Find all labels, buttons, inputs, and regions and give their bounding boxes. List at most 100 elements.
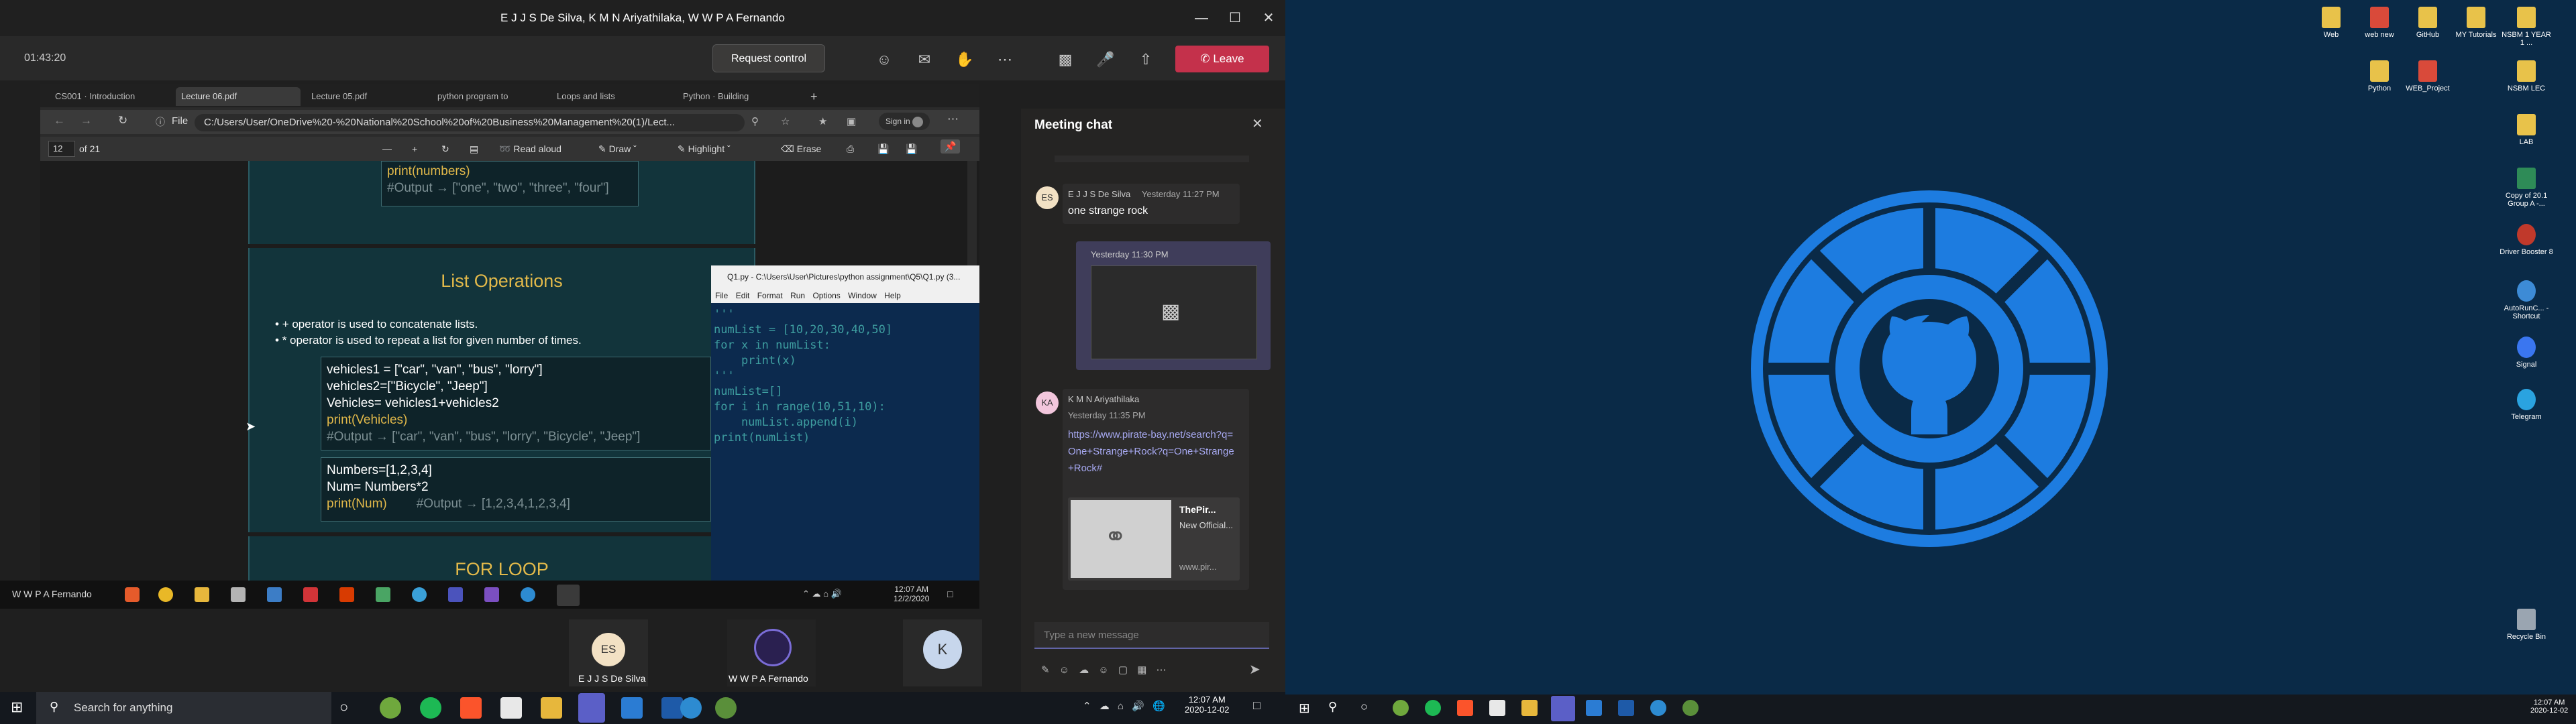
menu-run[interactable]: Run (790, 291, 805, 300)
leave-button[interactable]: ✆ Leave (1175, 46, 1269, 72)
teams-icon[interactable] (578, 693, 605, 723)
spotify-icon[interactable] (420, 697, 441, 719)
camera-off-icon[interactable]: ▩ (1053, 48, 1077, 71)
save-as-icon[interactable]: 💾 (906, 143, 917, 155)
menu-help[interactable]: Help (884, 291, 901, 300)
cortana-icon[interactable]: ○ (339, 699, 348, 716)
search-icon[interactable]: ⚲ (1328, 700, 1337, 714)
draw-button[interactable]: ✎ Draw ˇ (598, 143, 637, 155)
desktop-icon-autorun[interactable]: AutoRunC... - Shortcut (2500, 280, 2553, 320)
read-aloud-button[interactable]: ➿ Read aloud (499, 143, 561, 155)
app-icon[interactable] (1393, 700, 1409, 716)
app-icon[interactable] (1618, 700, 1634, 716)
desktop-icon-signal[interactable]: Signal (2500, 337, 2553, 369)
share-screen-icon[interactable]: ⇧ (1134, 48, 1158, 71)
firefox-icon[interactable] (125, 587, 140, 602)
desktop-icon-recycle-bin[interactable]: Recycle Bin (2500, 609, 2553, 641)
windows-start-icon[interactable]: ⊞ (1299, 700, 1310, 717)
participants-icon[interactable]: ☺ (872, 48, 896, 71)
edge-icon[interactable] (680, 697, 702, 719)
back-icon[interactable]: ← (54, 114, 65, 127)
desktop-icon-telegram[interactable]: Telegram (2500, 389, 2553, 421)
edge-icon[interactable] (1650, 700, 1666, 716)
menu-file[interactable]: File (715, 291, 728, 300)
refresh-icon[interactable]: ↻ (118, 114, 127, 127)
cortana-icon[interactable]: ○ (1360, 700, 1368, 714)
print-icon[interactable]: ⎙ (847, 143, 854, 155)
desktop-icon-web-project[interactable]: WEB_Project (2398, 60, 2458, 93)
teams-icon[interactable] (448, 587, 463, 602)
request-control-button[interactable]: Request control (712, 44, 825, 72)
rotate-icon[interactable]: ↻ (441, 143, 449, 155)
chrome-icon[interactable] (158, 587, 173, 602)
zoom-in-icon[interactable]: + (412, 143, 417, 154)
page-number-input[interactable]: 12 (48, 141, 75, 157)
desktop-icon-excel-copy[interactable]: Copy of 20.1 Group A -... (2500, 168, 2553, 208)
fit-page-icon[interactable]: ▤ (470, 143, 478, 155)
menu-format[interactable]: Format (757, 291, 783, 300)
participant-tile[interactable]: W W P A Fernando (727, 619, 816, 686)
compose-tools[interactable]: ✎ ☺ ☁ ☺ ▢ ▦ ⋯ (1041, 664, 1167, 676)
browser-tab[interactable]: CS001 · Introduction (50, 87, 170, 106)
file-explorer-icon[interactable] (541, 697, 562, 719)
participant-tile[interactable]: K (903, 619, 982, 686)
maximize-icon[interactable]: ☐ (1218, 0, 1252, 36)
browser-tab[interactable]: python program to (432, 87, 546, 106)
raise-hand-icon[interactable]: ✋ (953, 48, 977, 71)
word-icon[interactable] (1586, 700, 1602, 716)
highlight-button[interactable]: ✎ Highlight ˇ (678, 143, 731, 155)
desktop-icon-nsbm-year1[interactable]: NSBM 1 YEAR 1 ... (2500, 7, 2553, 47)
notepad-icon[interactable] (1489, 700, 1505, 716)
chat-compose-input[interactable]: Type a new message (1034, 622, 1269, 649)
save-icon[interactable]: 💾 (877, 143, 889, 155)
taskbar-search[interactable]: Search for anything (36, 692, 331, 724)
chat-icon[interactable]: ✉ (912, 48, 936, 71)
url-field[interactable]: C:/Users/User/OneDrive%20-%20National%20… (195, 114, 745, 131)
notification-icon[interactable]: □ (947, 589, 953, 599)
desktop-icon-nsbm-lec[interactable]: NSBM LEC (2500, 60, 2553, 93)
teams-icon[interactable] (1551, 696, 1575, 721)
store-icon[interactable] (231, 587, 246, 602)
image-attachment[interactable]: ▩ (1091, 265, 1257, 359)
message-link[interactable]: https://www.pirate-bay.net/search?q=One+… (1068, 426, 1236, 477)
system-tray[interactable]: ⌃ ☁ ⌂ 🔊 🌐 (1083, 700, 1165, 712)
notepad-icon[interactable] (500, 697, 522, 719)
browser-tab[interactable]: Lecture 05.pdf (306, 87, 427, 106)
app-icon[interactable] (380, 697, 401, 719)
desktop-icon-lab[interactable]: LAB (2500, 114, 2553, 146)
desktop-icon-driver-booster[interactable]: Driver Booster 8 (2500, 224, 2553, 256)
collections-icon[interactable]: ▣ (847, 115, 856, 127)
mail-icon[interactable] (267, 587, 282, 602)
pin-icon[interactable]: 📌 (941, 139, 961, 154)
taskbar-clock[interactable]: 12:07 AM 2020-12-02 (1185, 695, 1230, 715)
idle-code-editor[interactable]: ''' numList = [10,20,30,40,50] for x in … (714, 307, 977, 446)
new-tab-icon[interactable]: + (805, 87, 822, 106)
spotify-icon[interactable] (1425, 700, 1441, 716)
favorite-icon[interactable]: ☆ (781, 115, 790, 127)
notification-icon[interactable]: □ (1253, 699, 1260, 713)
windows-start-icon[interactable]: ⊞ (11, 699, 23, 716)
app-icon[interactable] (484, 587, 499, 602)
python-idle-icon[interactable] (557, 585, 580, 606)
office-icon[interactable] (339, 587, 354, 602)
sign-in-button[interactable]: Sign in (879, 113, 930, 130)
app-icon[interactable] (715, 697, 737, 719)
microphone-icon[interactable]: 🎤 (1093, 48, 1118, 71)
word-icon[interactable] (621, 697, 643, 719)
browser-tab-active[interactable]: Lecture 06.pdf (176, 87, 301, 106)
minimize-icon[interactable]: — (1185, 0, 1218, 36)
menu-window[interactable]: Window (848, 291, 877, 300)
app-icon[interactable] (303, 587, 318, 602)
link-preview-card[interactable]: ⚭ ThePir... New Official... www.pir... (1068, 497, 1240, 581)
file-explorer-icon[interactable] (1521, 700, 1538, 716)
browser-tab[interactable]: Python · Building (678, 87, 798, 106)
desktop-icon-my-tutorials[interactable]: MY Tutorials (2446, 7, 2506, 39)
file-explorer-icon[interactable] (195, 587, 209, 602)
tray-icons[interactable]: ⌃ ☁ ⌂ 🔊 (802, 589, 842, 599)
chat-close-icon[interactable]: ✕ (1252, 115, 1263, 132)
forward-icon[interactable]: → (80, 114, 92, 127)
excel-icon[interactable] (376, 587, 390, 602)
brave-icon[interactable] (1457, 700, 1473, 716)
more-options-icon[interactable]: ⋯ (993, 48, 1017, 71)
app-icon[interactable] (1682, 700, 1699, 716)
